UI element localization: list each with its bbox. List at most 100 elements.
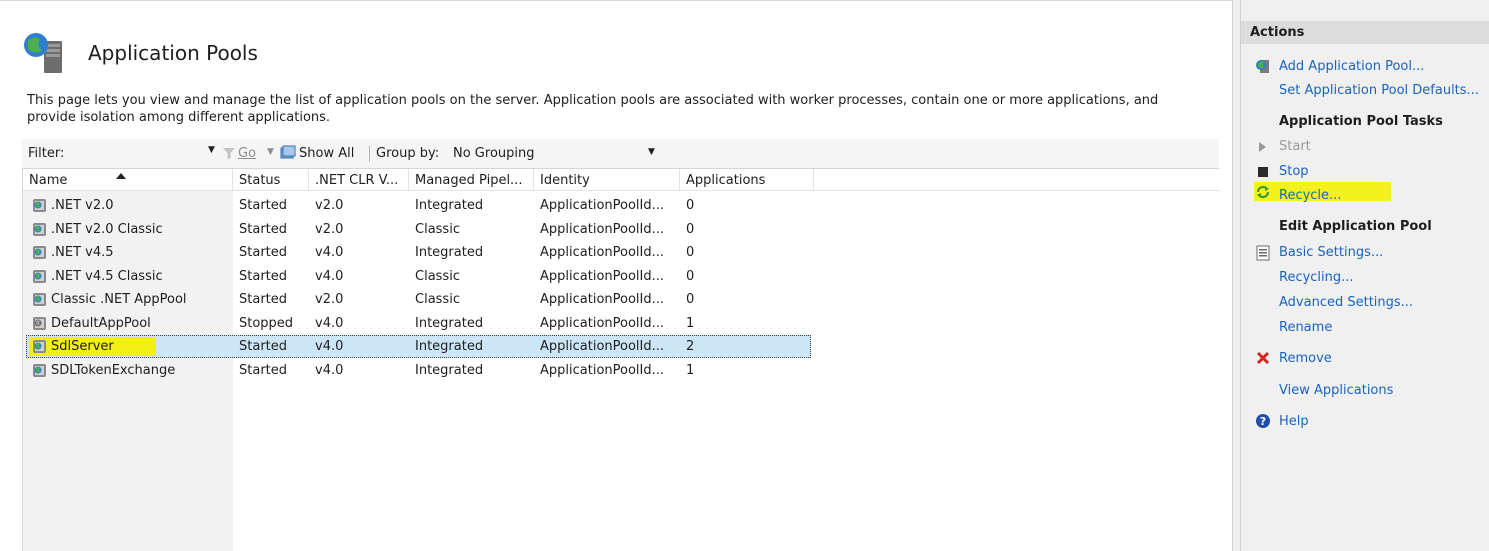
cell-apps: 0 [686,292,695,307]
cell-apps: 1 [686,362,695,378]
cell-identity: ApplicationPoolId... [540,268,665,284]
stop-icon [1258,167,1268,177]
column-header-status[interactable]: Status [233,169,309,191]
cell-status: Started [239,362,288,378]
cell-identity: ApplicationPoolId... [540,292,665,307]
cell-identity: ApplicationPoolId... [540,198,665,213]
filter-input[interactable] [74,145,214,163]
application-pool-icon [33,222,46,236]
cell-identity: ApplicationPoolId... [540,362,665,378]
table-row[interactable]: .NET v4.5 Started v4.0 Integrated Applicatio… [23,241,1220,264]
cell-name: .NET v4.5 Classic [51,268,163,284]
cell-name: .NET v2.0 Classic [51,221,163,237]
cell-pipeline: Classic [415,292,460,307]
cell-pipeline: Integrated [415,362,484,378]
cell-pipeline: Integrated [415,245,484,260]
table-row[interactable]: SdlServer Started v4.0 Integrated Applicatio… [23,335,1220,358]
application-pool-icon [33,293,46,306]
rename-link[interactable]: Rename [1279,320,1332,335]
table-row[interactable]: DefaultAppPool Stopped v4.0 Integrated Appli… [23,312,1220,335]
filter-toolbar: Filter: ▼ Go ▼ Show All Group by: No Gro… [22,139,1219,169]
start-link[interactable]: Start [1279,139,1311,154]
remove-link[interactable]: Remove [1279,351,1332,366]
recycling-link[interactable]: Recycling... [1279,270,1354,285]
funnel-icon [223,148,235,159]
set-application-pool-defaults-link[interactable]: Set Application Pool Defaults... [1279,83,1479,98]
cell-status: Stopped [239,315,294,331]
cell-clr: v2.0 [315,198,344,213]
cell-apps: 0 [686,268,695,284]
application-pool-icon [33,199,46,212]
application-pools-grid: Name Status .NET CLR V... Managed Pipel.… [22,169,1243,551]
cell-status: Started [239,221,288,237]
cell-apps: 0 [686,198,695,213]
actions-header: Actions [1241,21,1489,44]
group-by-dropdown-arrow-icon[interactable]: ▼ [648,147,655,157]
cell-name: SDLTokenExchange [51,362,176,378]
column-header-clr-version[interactable]: .NET CLR V... [309,169,409,191]
group-by-select[interactable]: No Grouping [453,146,535,161]
show-all-button[interactable]: Show All [299,146,354,161]
recycle-link[interactable]: Recycle... [1279,188,1341,203]
advanced-settings-link[interactable]: Advanced Settings... [1279,295,1413,310]
cell-status: Started [239,339,288,354]
remove-icon [1256,351,1270,365]
page-description: This page lets you view and manage the l… [27,93,1159,125]
application-pool-icon [33,316,46,330]
table-row[interactable]: Classic .NET AppPool Started v2.0 Classic Ap… [23,288,1220,311]
stop-link[interactable]: Stop [1279,164,1309,179]
go-dropdown-arrow-icon[interactable]: ▼ [267,147,274,157]
help-icon: ? [1256,414,1270,428]
cell-clr: v4.0 [315,245,344,260]
table-row[interactable]: SDLTokenExchange Started v4.0 Integrated App… [23,359,1220,382]
application-pool-icon [33,363,46,377]
column-header-managed-pipeline[interactable]: Managed Pipel... [409,169,534,191]
help-link[interactable]: Help [1279,414,1309,429]
cell-name: SdlServer [51,339,114,354]
edit-application-pool-heading: Edit Application Pool [1279,219,1432,234]
filter-label: Filter: [28,146,65,161]
cell-pipeline: Integrated [415,315,484,331]
table-row[interactable]: .NET v2.0 Started v2.0 Integrated Applicatio… [23,194,1220,217]
recycle-icon [1256,185,1270,199]
table-row[interactable]: .NET v4.5 Classic Started v4.0 Classic Appli… [23,265,1220,288]
cell-apps: 1 [686,315,695,331]
cell-identity: ApplicationPoolId... [540,315,665,331]
basic-settings-link[interactable]: Basic Settings... [1279,245,1383,260]
start-icon [1259,142,1266,152]
cell-status: Started [239,268,288,284]
cell-name: DefaultAppPool [51,315,151,331]
application-pool-icon [33,269,46,283]
go-button[interactable]: Go [238,146,256,161]
add-application-pool-icon [1256,60,1269,73]
svg-text:?: ? [1260,415,1266,428]
cell-clr: v2.0 [315,221,344,237]
column-header-name[interactable]: Name [23,169,233,191]
cell-status: Started [239,198,288,213]
column-header-applications[interactable]: Applications [680,169,814,191]
grid-header: Name Status .NET CLR V... Managed Pipel.… [23,169,1220,191]
cell-pipeline: Integrated [415,198,484,213]
cell-identity: ApplicationPoolId... [540,221,665,237]
basic-settings-icon [1256,245,1270,261]
pane-splitter[interactable] [1232,0,1240,551]
cell-clr: v4.0 [315,362,344,378]
cell-pipeline: Classic [415,221,460,237]
group-by-label: Group by: [376,146,440,161]
cell-clr: v4.0 [315,339,344,354]
application-pool-icon [33,340,46,353]
cell-pipeline: Integrated [415,339,484,354]
cell-apps: 0 [686,245,695,260]
cell-clr: v4.0 [315,268,344,284]
cell-status: Started [239,292,288,307]
cell-apps: 2 [686,339,695,354]
table-row[interactable]: .NET v2.0 Classic Started v2.0 Classic Appli… [23,218,1220,241]
main-pane: Application Pools This page lets you vie… [0,0,1243,551]
cell-name: .NET v4.5 [51,245,114,260]
view-applications-link[interactable]: View Applications [1279,383,1393,398]
column-header-identity[interactable]: Identity [534,169,680,191]
show-all-icon [280,145,296,159]
actions-pane: Actions Add Application Pool... Set Appl… [1240,0,1489,551]
add-application-pool-link[interactable]: Add Application Pool... [1279,59,1424,74]
filter-dropdown-arrow-icon[interactable]: ▼ [208,145,215,155]
